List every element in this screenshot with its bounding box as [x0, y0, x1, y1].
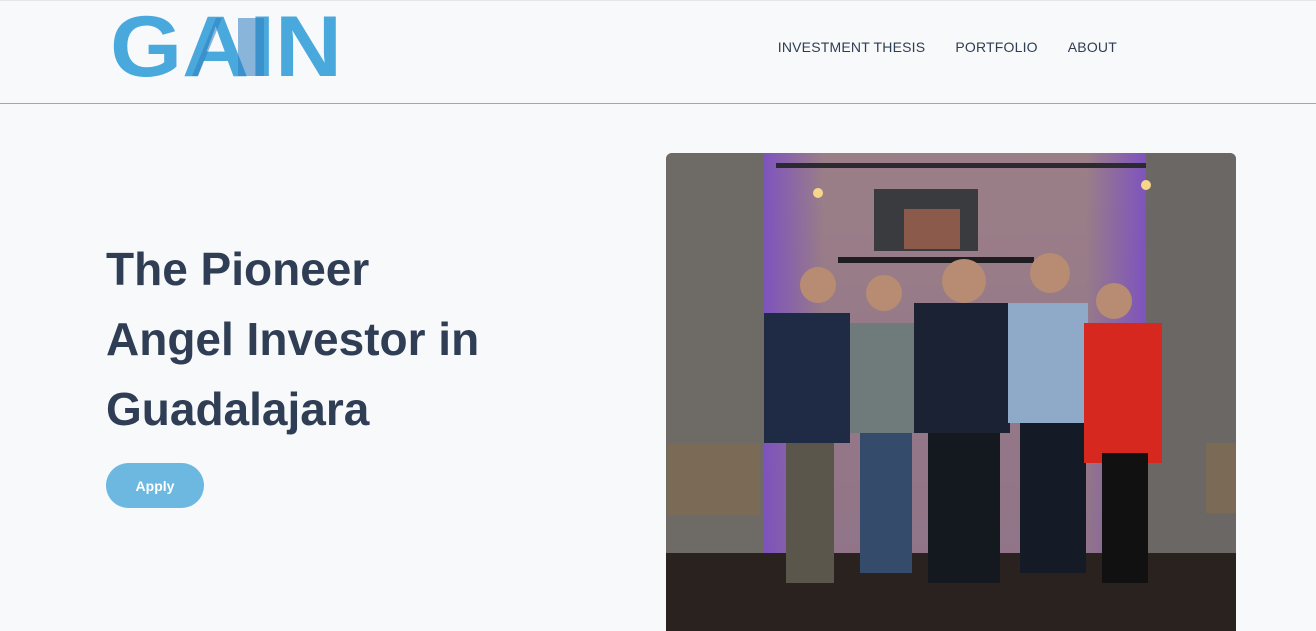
nav-portfolio[interactable]: PORTFOLIO — [955, 39, 1037, 55]
gain-logo[interactable]: GAIN — [110, 10, 342, 80]
hero-title-line-3: Guadalajara — [106, 383, 370, 435]
nav-investment-thesis[interactable]: INVESTMENT THESIS — [778, 39, 926, 55]
nav-about[interactable]: ABOUT — [1068, 39, 1117, 55]
hero-photo — [666, 153, 1236, 631]
logo-accent-i — [238, 18, 264, 76]
group-photo-illustration — [666, 153, 1236, 631]
site-header: GAIN INVESTMENT THESIS PORTFOLIO ABOUT — [0, 0, 1316, 104]
main-nav: INVESTMENT THESIS PORTFOLIO ABOUT — [778, 39, 1117, 55]
hero-title-line-2: Angel Investor in — [106, 313, 480, 365]
logo-wordmark: GAIN — [110, 10, 342, 80]
apply-button[interactable]: Apply — [106, 463, 204, 508]
hero-title: The Pioneer Angel Investor in Guadalajar… — [106, 234, 526, 444]
hero-title-line-1: The Pioneer — [106, 243, 370, 295]
